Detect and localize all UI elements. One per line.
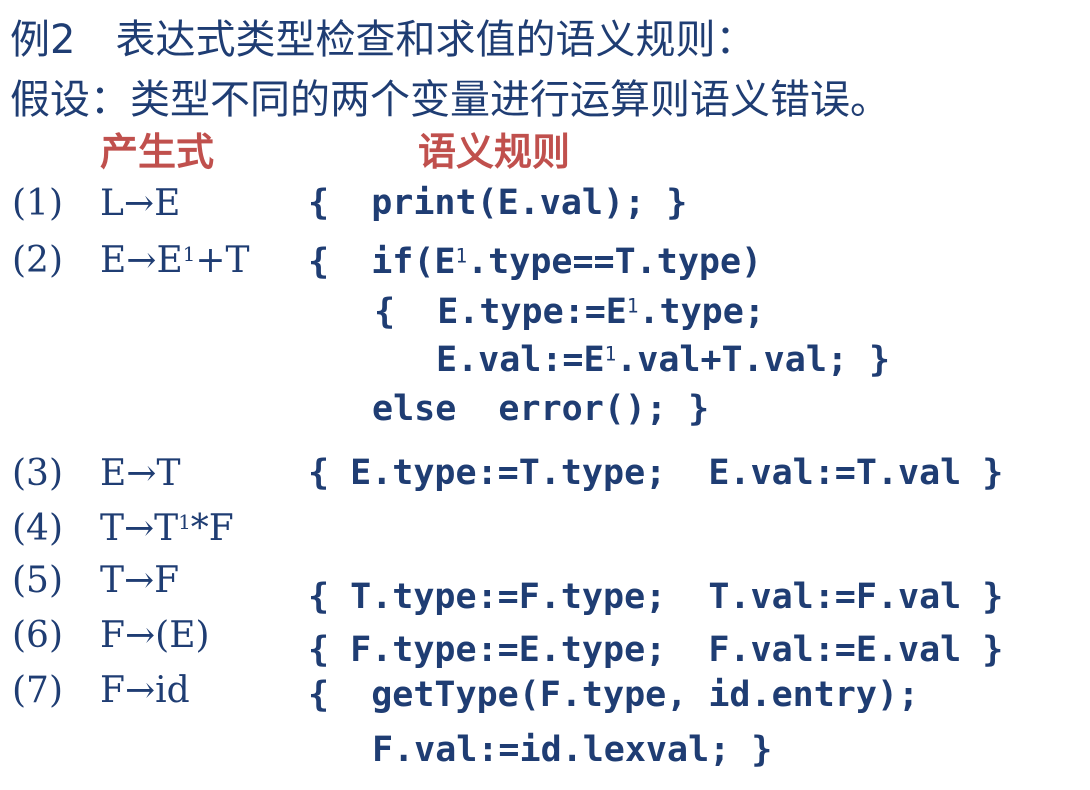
semantic-action: { E.type:=T.type; E.val:=T.val }	[308, 453, 1004, 493]
semantic-action: E.val:=E1.val+T.val; }	[436, 340, 891, 380]
semantic-column-header: 语义规则	[418, 130, 571, 174]
rule-number: (4)	[12, 508, 63, 549]
rule-number: (7)	[12, 670, 63, 711]
production: E→E1+T	[100, 240, 250, 281]
production: F→(E)	[100, 615, 210, 656]
production: F→id	[100, 670, 190, 711]
production: L→E	[100, 183, 181, 224]
semantic-action: { getType(F.type, id.entry);	[308, 675, 920, 715]
semantic-action: { E.type:=E1.type;	[374, 292, 765, 332]
production: T→F	[100, 560, 180, 601]
semantic-action: else error(); }	[372, 389, 710, 429]
semantic-action: { T.type:=F.type; T.val:=F.val }	[308, 577, 1004, 617]
semantic-action: { F.type:=E.type; F.val:=E.val }	[308, 630, 1004, 670]
rule-number: (5)	[12, 560, 63, 601]
rule-number: (6)	[12, 615, 63, 656]
production-column-header: 产生式	[100, 130, 215, 174]
semantic-action: F.val:=id.lexval; }	[372, 730, 773, 770]
semantic-action: { print(E.val); }	[308, 183, 688, 223]
semantic-action: { if(E1.type==T.type)	[308, 242, 763, 282]
production: T→T1*F	[100, 508, 234, 549]
assumption-text: 假设：类型不同的两个变量进行运算则语义错误。	[10, 77, 890, 123]
rule-number: (1)	[12, 183, 63, 224]
rule-number: (2)	[12, 240, 63, 281]
production: E→T	[100, 453, 181, 494]
slide-title: 例2 表达式类型检查和求值的语义规则：	[10, 17, 756, 63]
rule-number: (3)	[12, 453, 63, 494]
